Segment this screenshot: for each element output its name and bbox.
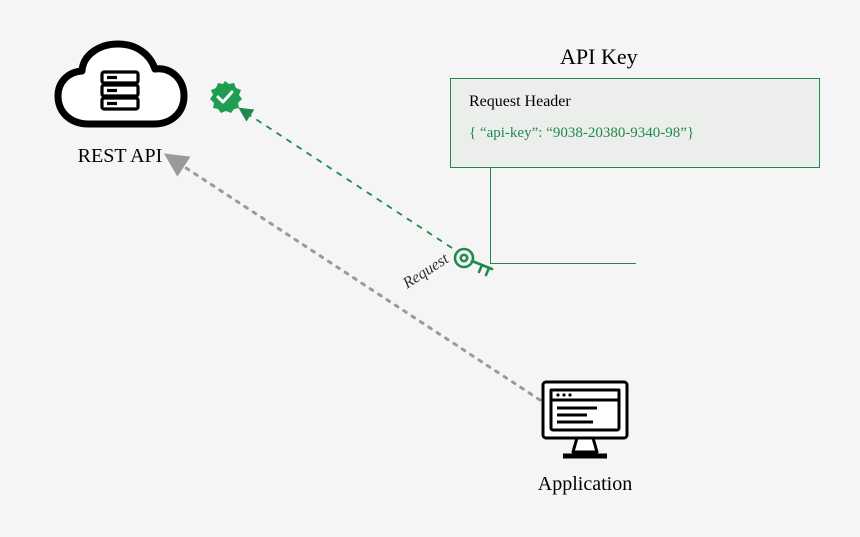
apikey-arrow xyxy=(248,114,452,248)
rest-api-block: REST API xyxy=(50,38,190,168)
request-header-title: Request Header xyxy=(469,93,801,111)
verified-badge-icon xyxy=(208,80,242,119)
request-header-box: Request Header { “api-key”: “9038-20380-… xyxy=(450,78,820,168)
diagram-stage: REST API API Key Request Header { “api-k… xyxy=(0,0,860,537)
key-icon xyxy=(452,242,498,283)
computer-icon xyxy=(537,378,633,464)
request-label: Request xyxy=(400,250,452,293)
cloud-server-icon xyxy=(50,38,190,136)
application-label: Application xyxy=(525,473,645,496)
api-key-title: API Key xyxy=(560,44,638,70)
request-header-body: { “api-key”: “9038-20380-9340-98”} xyxy=(469,125,801,142)
application-block: Application xyxy=(525,378,645,496)
header-to-key-connector xyxy=(490,168,636,264)
rest-api-label: REST API xyxy=(50,145,190,168)
